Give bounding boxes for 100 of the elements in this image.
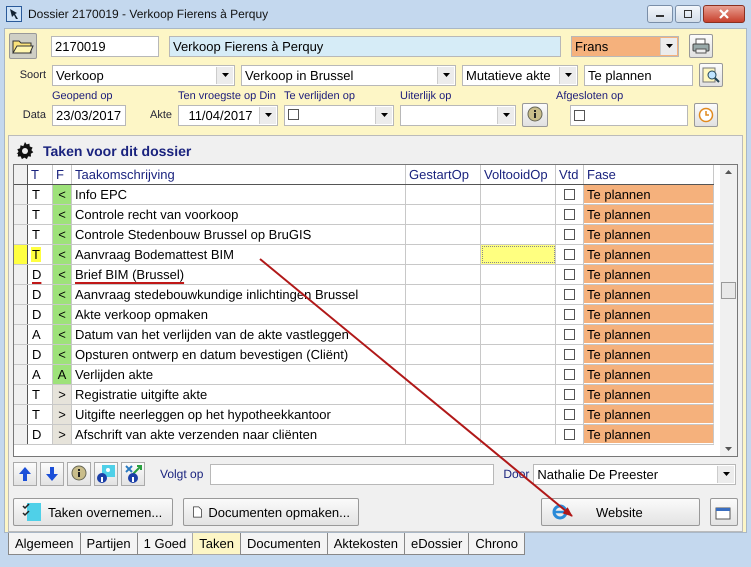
- caret-icon: [442, 73, 450, 77]
- tab[interactable]: Taken: [192, 533, 241, 555]
- website-button[interactable]: Website: [541, 498, 700, 526]
- row-selector[interactable]: [14, 345, 28, 364]
- close-button[interactable]: [703, 5, 745, 23]
- soort-dropdown[interactable]: Verkoop: [52, 64, 235, 86]
- task-description: Registratie uitgifte akte: [72, 385, 406, 404]
- dossier-name-field[interactable]: Verkoop Fierens à Perquy: [169, 36, 561, 56]
- completed-checkbox[interactable]: [564, 409, 575, 420]
- scroll-down-icon[interactable]: [725, 447, 732, 451]
- task-type-cell: D: [31, 267, 42, 282]
- afgesloten-checkbox[interactable]: [574, 110, 585, 120]
- task-flow-cell: <: [53, 325, 72, 344]
- row-selector[interactable]: [14, 405, 28, 424]
- completed-checkbox[interactable]: [564, 229, 575, 240]
- tab[interactable]: Documenten: [240, 533, 328, 555]
- properties-button[interactable]: [710, 498, 738, 526]
- scroll-up-icon[interactable]: [725, 170, 732, 174]
- export-info-icon: [123, 464, 143, 484]
- verlijden-label: Te verlijden op: [284, 90, 356, 102]
- geopend-date-field[interactable]: 23/03/2017: [52, 104, 126, 126]
- move-down-button[interactable]: [40, 462, 64, 486]
- take-over-tasks-button[interactable]: Taken overnemen...: [13, 498, 173, 526]
- status-field[interactable]: Te plannen: [584, 64, 693, 86]
- soort-label: Soort: [18, 69, 46, 81]
- task-type-cell: D: [31, 307, 42, 322]
- settings-icon[interactable]: [15, 141, 35, 161]
- maximize-button[interactable]: [675, 5, 701, 23]
- verlijden-date-picker[interactable]: [284, 104, 394, 126]
- phase-cell: Te plannen: [584, 245, 714, 264]
- dossier-number-field[interactable]: 2170019: [51, 36, 159, 56]
- clock-button[interactable]: [694, 103, 718, 127]
- completed-checkbox[interactable]: [564, 209, 575, 220]
- completed-checkbox[interactable]: [564, 329, 575, 340]
- row-selector[interactable]: [14, 385, 28, 404]
- completed-checkbox[interactable]: [564, 349, 575, 360]
- completed-checkbox[interactable]: [564, 389, 575, 400]
- task-description: Uitgifte neerleggen op het hypotheekkantoor: [72, 405, 406, 424]
- open-folder-button[interactable]: [9, 33, 37, 59]
- completed-checkbox[interactable]: [564, 189, 575, 200]
- geopend-label: Geopend op: [52, 90, 114, 102]
- row-selector[interactable]: [14, 185, 28, 204]
- down-arrow-icon: [45, 466, 59, 482]
- volgt-op-field[interactable]: [210, 464, 494, 484]
- verlijden-checkbox[interactable]: [288, 108, 299, 120]
- completed-checkbox[interactable]: [564, 289, 575, 300]
- row-selector[interactable]: [14, 225, 28, 244]
- vroegste-date-picker[interactable]: 11/04/2017: [178, 104, 278, 126]
- printer-button[interactable]: [689, 34, 713, 58]
- column-header[interactable]: T: [28, 165, 53, 184]
- phase-cell: Te plannen: [584, 305, 714, 324]
- completed-checkbox[interactable]: [564, 269, 575, 280]
- completed-checkbox[interactable]: [564, 309, 575, 320]
- task-flow-cell: <: [53, 185, 72, 204]
- info-icon: [526, 106, 544, 124]
- row-selector[interactable]: [14, 365, 28, 384]
- row-selector[interactable]: [14, 325, 28, 344]
- scroll-thumb[interactable]: [721, 282, 736, 299]
- tab[interactable]: Algemeen: [8, 533, 81, 555]
- export-info-button[interactable]: [121, 462, 145, 486]
- row-selector[interactable]: [14, 425, 28, 444]
- tab[interactable]: Partijen: [80, 533, 138, 555]
- info-button[interactable]: [522, 103, 548, 127]
- row-selector[interactable]: [14, 265, 28, 284]
- column-header[interactable]: Vtd: [556, 165, 584, 184]
- column-header[interactable]: VoltooidOp: [481, 165, 556, 184]
- search-button[interactable]: [699, 63, 723, 87]
- row-selector[interactable]: [14, 245, 28, 264]
- completed-checkbox[interactable]: [564, 429, 575, 440]
- subtype-dropdown[interactable]: Verkoop in Brussel: [241, 64, 456, 86]
- task-type-cell: A: [31, 367, 42, 382]
- task-info-button[interactable]: [94, 462, 118, 486]
- create-documents-button[interactable]: Documenten opmaken...: [183, 498, 359, 526]
- minimize-button[interactable]: [647, 5, 673, 23]
- tab[interactable]: eDossier: [404, 533, 470, 555]
- task-flow-cell: <: [53, 205, 72, 224]
- task-type-cell: T: [31, 227, 41, 242]
- afgesloten-date-field[interactable]: [570, 104, 688, 126]
- row-selector[interactable]: [14, 305, 28, 324]
- language-dropdown[interactable]: Frans: [571, 36, 679, 56]
- akte-type-dropdown[interactable]: Mutatieve akte: [462, 64, 578, 86]
- volgt-op-label: Volgt op: [160, 467, 204, 481]
- tab[interactable]: 1 Goed: [136, 533, 194, 555]
- info-button[interactable]: [67, 462, 91, 486]
- completed-checkbox[interactable]: [564, 249, 575, 260]
- completed-checkbox[interactable]: [564, 369, 575, 380]
- close-icon: [719, 9, 729, 19]
- akte-label: Akte: [148, 109, 172, 121]
- door-dropdown[interactable]: Nathalie De Preester: [533, 464, 736, 484]
- task-flow-cell: <: [53, 345, 72, 364]
- move-up-button[interactable]: [13, 462, 37, 486]
- tab[interactable]: Aktekosten: [326, 533, 406, 555]
- task-description: Aanvraag Bodemattest BIM: [72, 245, 406, 264]
- row-selector[interactable]: [14, 205, 28, 224]
- row-selector[interactable]: [14, 285, 28, 304]
- phase-cell: Te plannen: [584, 325, 714, 344]
- maximize-icon: [683, 10, 693, 18]
- column-header[interactable]: Taakomschrijving: [72, 165, 406, 184]
- tab[interactable]: Chrono: [468, 533, 525, 555]
- scrollbar[interactable]: [720, 165, 737, 456]
